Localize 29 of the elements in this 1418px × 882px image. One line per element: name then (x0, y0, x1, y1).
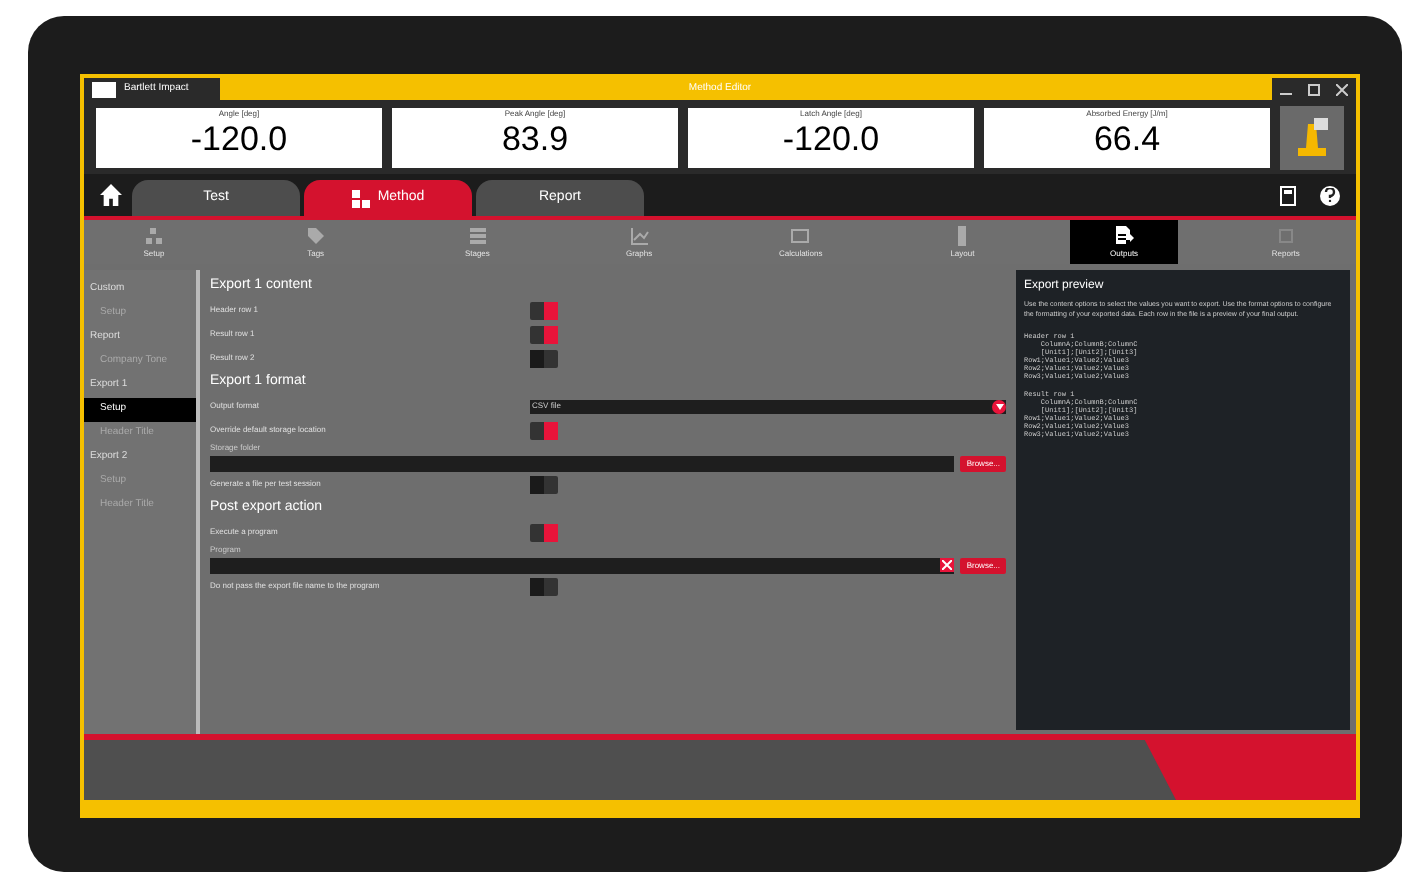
chart-icon (629, 226, 650, 246)
readout-value: 83.9 (501, 119, 569, 159)
save-icon[interactable] (1280, 185, 1296, 205)
toggle-switch[interactable] (530, 475, 558, 493)
path-field[interactable] (210, 455, 955, 471)
operator-button[interactable] (1280, 105, 1344, 169)
help-icon[interactable] (1320, 185, 1340, 205)
screen-icon (790, 226, 811, 246)
toggle-switch[interactable] (530, 349, 558, 367)
readout-value: 66.4 (1093, 119, 1161, 159)
toggle-switch[interactable] (530, 325, 558, 343)
clear-icon[interactable] (940, 558, 955, 572)
home-icon[interactable] (99, 184, 121, 206)
hierarchy-icon (144, 226, 164, 246)
list-icon (467, 226, 488, 246)
readout-value: -120.0 (782, 119, 880, 159)
caret-icon (992, 399, 1006, 413)
tag-icon (305, 226, 326, 246)
toggle-switch[interactable] (530, 523, 558, 541)
toggle-switch[interactable] (530, 577, 558, 595)
path-field[interactable] (210, 557, 955, 573)
readout-value: -120.0 (190, 119, 288, 159)
blocks-icon (351, 189, 370, 207)
close-icon[interactable] (1336, 83, 1348, 95)
stand-icon (1294, 115, 1330, 159)
export-icon (1114, 226, 1135, 246)
maximize-icon[interactable] (1308, 83, 1320, 95)
toggle-switch[interactable] (530, 301, 558, 319)
toggle-switch[interactable] (530, 421, 558, 439)
